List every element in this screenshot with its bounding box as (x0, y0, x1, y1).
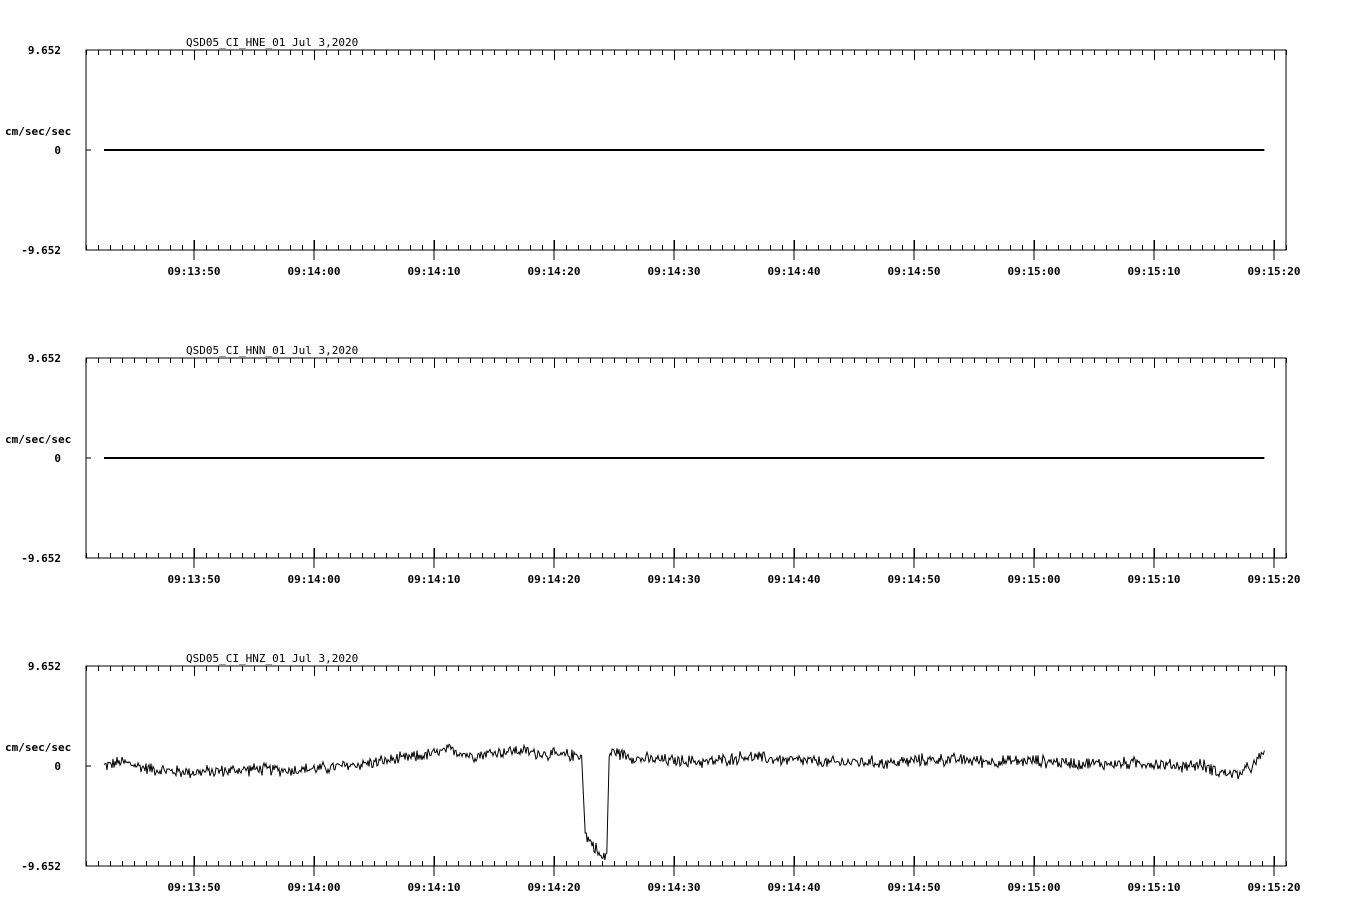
x-tick-label: 09:15:10 (1128, 573, 1181, 586)
x-tick-label: 09:14:20 (528, 881, 581, 894)
panel-3: QSD05_CI_HNZ_01 Jul 3,2020 9.652 0 -9.652 cm… (5, 652, 1300, 894)
x-tick-label: 09:14:10 (408, 265, 461, 278)
y-tick-label: -9.652 (21, 244, 61, 257)
x-tick-label: 09:14:30 (648, 573, 701, 586)
x-tick-label: 09:14:50 (888, 881, 941, 894)
x-tick-label: 09:13:50 (168, 881, 221, 894)
x-tick-label: 09:15:00 (1008, 265, 1061, 278)
y-tick-label: -9.652 (21, 552, 61, 565)
x-tick-label: 09:14:10 (408, 573, 461, 586)
x-tick-label: 09:14:50 (888, 265, 941, 278)
panel-2: QSD05_CI_HNN_01 Jul 3,2020 9.652 0 -9.652 cm… (5, 344, 1300, 586)
x-tick-label: 09:15:20 (1248, 573, 1301, 586)
x-tick-label: 09:14:40 (768, 265, 821, 278)
x-tick-label: 09:14:10 (408, 881, 461, 894)
x-tick-label: 09:14:30 (648, 265, 701, 278)
x-tick-label: 09:15:00 (1008, 881, 1061, 894)
y-tick-label: 0 (54, 452, 61, 465)
y-tick-label: 9.652 (28, 660, 61, 673)
panel-title: QSD05_CI_HNZ_01 Jul 3,2020 (186, 652, 358, 665)
x-tick-label: 09:15:20 (1248, 265, 1301, 278)
x-tick-label: 09:14:00 (288, 573, 341, 586)
x-tick-label: 09:15:10 (1128, 265, 1181, 278)
y-tick-label: -9.652 (21, 860, 61, 873)
x-tick-label: 09:13:50 (168, 573, 221, 586)
y-axis-label: cm/sec/sec (5, 433, 71, 446)
panel-title: QSD05_CI_HNN_01 Jul 3,2020 (186, 344, 358, 357)
seismogram-figure: QSD05_CI_HNE_01 Jul 3,2020 9.652 0 -9.652 cm… (5, 36, 1300, 894)
x-tick-label: 09:14:30 (648, 881, 701, 894)
x-tick-label: 09:15:20 (1248, 881, 1301, 894)
x-tick-label: 09:13:50 (168, 265, 221, 278)
y-tick-label: 9.652 (28, 44, 61, 57)
y-axis-label: cm/sec/sec (5, 125, 71, 138)
x-tick-label: 09:14:00 (288, 265, 341, 278)
y-axis-label: cm/sec/sec (5, 741, 71, 754)
y-tick-label: 0 (54, 144, 61, 157)
x-tick-label: 09:15:10 (1128, 881, 1181, 894)
x-tick-label: 09:14:00 (288, 881, 341, 894)
y-tick-label: 0 (54, 760, 61, 773)
x-tick-label: 09:15:00 (1008, 573, 1061, 586)
x-tick-label: 09:14:50 (888, 573, 941, 586)
x-tick-label: 09:14:40 (768, 573, 821, 586)
waveform-trace (103, 743, 1265, 860)
x-tick-label: 09:14:20 (528, 265, 581, 278)
x-tick-label: 09:14:40 (768, 881, 821, 894)
y-tick-label: 9.652 (28, 352, 61, 365)
panel-title: QSD05_CI_HNE_01 Jul 3,2020 (186, 36, 358, 49)
panel-1: QSD05_CI_HNE_01 Jul 3,2020 9.652 0 -9.652 cm… (5, 36, 1300, 278)
x-tick-label: 09:14:20 (528, 573, 581, 586)
